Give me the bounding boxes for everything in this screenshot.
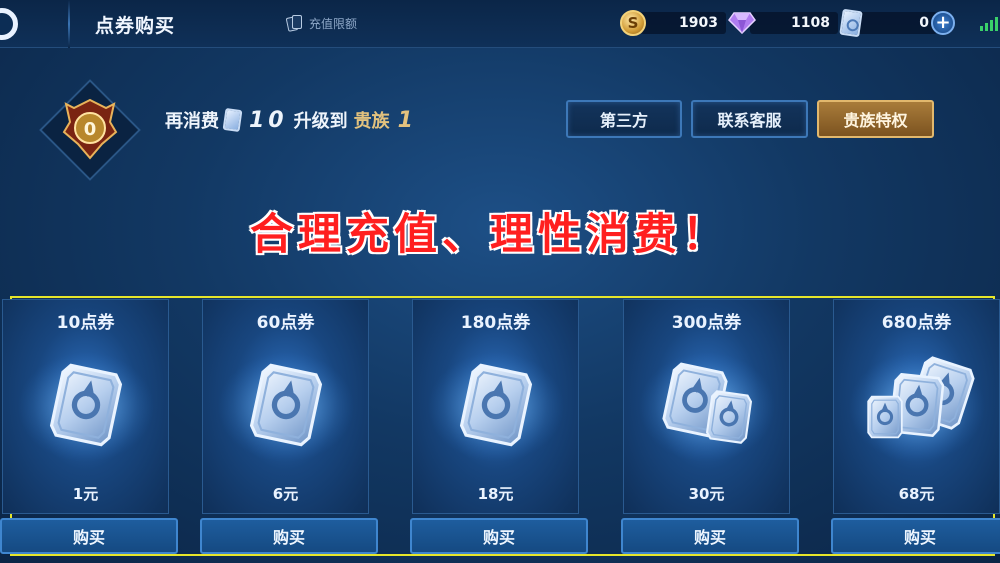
diamond-balance: 1108	[728, 9, 838, 37]
gold-balance: S 1903	[620, 9, 726, 37]
back-button[interactable]	[0, 8, 18, 40]
coupon-balance: 0 +	[839, 8, 955, 38]
diamond-icon	[728, 12, 756, 34]
package-title: 10点券	[56, 313, 115, 333]
package-price: 68元	[898, 485, 935, 503]
contact-support-button[interactable]: 联系客服	[691, 100, 808, 138]
top-bar: 点券购买 充值限额 S 1903 1108 0 +	[0, 0, 1000, 48]
coupon-icon	[222, 107, 243, 133]
coupon-value: 0	[857, 12, 937, 34]
recharge-limit-link[interactable]: 充值限额	[285, 14, 358, 32]
package-title: 680点券	[881, 313, 952, 333]
buy-button[interactable]: 购买	[831, 518, 1000, 554]
slogan-overlay: 合理充值、理性消费！	[249, 209, 730, 261]
package-card[interactable]: 680点券 68元	[833, 299, 1000, 514]
triple-coupon-icon	[849, 352, 985, 462]
noble-privilege-button[interactable]: 贵族特权	[817, 100, 934, 138]
single-coupon-icon	[218, 352, 354, 462]
package-price: 1元	[72, 485, 99, 503]
third-party-button[interactable]: 第三方	[566, 100, 682, 138]
package-title: 60点券	[256, 313, 315, 333]
package-price: 6元	[272, 485, 299, 503]
page-title: 点券购买	[95, 15, 176, 37]
package-card[interactable]: 300点券 30元	[623, 299, 790, 514]
upgrade-middle: 升级到	[293, 111, 348, 132]
buy-button[interactable]: 购买	[0, 518, 178, 554]
gold-coin-icon: S	[620, 10, 646, 36]
noble-rank-emblem[interactable]: 0	[39, 79, 141, 181]
package-card[interactable]: 60点券 6元	[202, 299, 369, 514]
package-price: 30元	[688, 485, 725, 503]
divider	[68, 0, 70, 48]
cards-icon	[285, 14, 303, 32]
add-coupon-button[interactable]: +	[931, 11, 955, 35]
buy-button[interactable]: 购买	[200, 518, 378, 554]
noble-label: 贵族	[353, 111, 390, 132]
noble-level: 1	[397, 107, 413, 133]
package-card[interactable]: 180点券 18元	[412, 299, 579, 514]
single-coupon-icon	[428, 352, 564, 462]
package-title: 300点券	[671, 313, 742, 333]
upgrade-progress-text: 再消费 10 升级到 贵族 1	[165, 107, 413, 133]
noble-badge-icon: 0	[62, 98, 118, 160]
upgrade-amount: 10	[249, 107, 288, 133]
badge-level: 0	[84, 119, 97, 140]
double-coupon-icon	[639, 352, 775, 462]
buy-button[interactable]: 购买	[621, 518, 799, 554]
buy-button[interactable]: 购买	[410, 518, 588, 554]
package-title: 180点券	[460, 313, 531, 333]
coupon-icon	[839, 8, 863, 38]
gold-value: 1903	[640, 12, 726, 34]
package-card[interactable]: 10点券 1元	[2, 299, 169, 514]
diamond-value: 1108	[750, 12, 838, 34]
upgrade-prefix: 再消费	[165, 111, 219, 132]
recharge-limit-label: 充值限额	[309, 16, 358, 31]
signal-icon	[980, 17, 998, 31]
package-price: 18元	[477, 485, 514, 503]
single-coupon-icon	[18, 352, 154, 462]
